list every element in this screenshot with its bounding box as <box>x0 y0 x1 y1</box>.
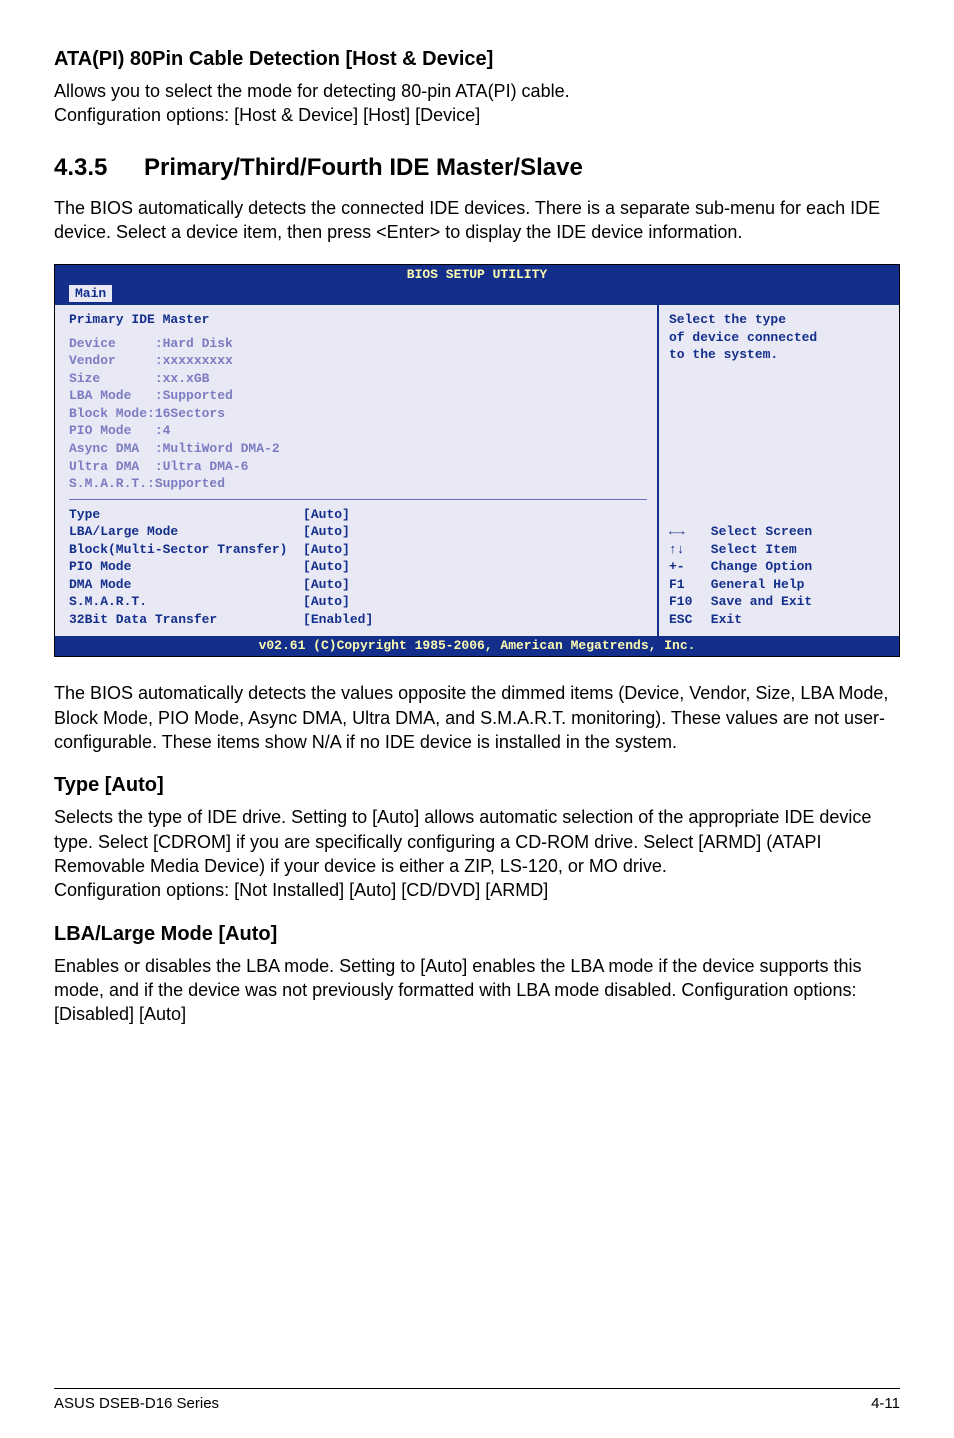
section-title: Primary/Third/Fourth IDE Master/Slave <box>144 154 583 182</box>
section-number: 4.3.5 <box>54 154 144 182</box>
bios-nav-row: +- Change Option <box>669 558 891 576</box>
bios-info-6: Async DMA :MultiWord DMA-2 <box>69 440 647 458</box>
bios-screenshot: BIOS SETUP UTILITY Main Primary IDE Mast… <box>54 264 900 657</box>
bios-info-4: Block Mode:16Sectors <box>69 405 647 423</box>
bios-nav-row: F10 Save and Exit <box>669 593 891 611</box>
heading-atapi: ATA(PI) 80Pin Cable Detection [Host & De… <box>54 48 900 71</box>
bios-info-7: Ultra DMA :Ultra DMA-6 <box>69 458 647 476</box>
bios-help-2: of device connected <box>669 329 891 347</box>
heading-lba: LBA/Large Mode [Auto] <box>54 923 900 946</box>
footer-right: 4-11 <box>871 1395 900 1412</box>
text-lba: Enables or disables the LBA mode. Settin… <box>54 954 900 1027</box>
bios-nav-row: ESC Exit <box>669 611 891 629</box>
text-after-bios: The BIOS automatically detects the value… <box>54 681 900 754</box>
heading-type-auto: Type [Auto] <box>54 774 900 797</box>
bios-help-1: Select the type <box>669 311 891 329</box>
bios-option-row[interactable]: LBA/Large Mode [Auto] <box>69 523 647 541</box>
bios-option-row[interactable]: DMA Mode [Auto] <box>69 576 647 594</box>
bios-info-0: Device :Hard Disk <box>69 335 647 353</box>
text-type-auto-1: Selects the type of IDE drive. Setting t… <box>54 805 900 878</box>
bios-option-row[interactable]: Block(Multi-Sector Transfer) [Auto] <box>69 541 647 559</box>
bios-nav-row: ←→ Select Screen <box>669 523 891 541</box>
bios-option-row[interactable]: 32Bit Data Transfer [Enabled] <box>69 611 647 629</box>
bios-left-panel: Primary IDE Master Device :Hard Disk Ven… <box>55 305 659 636</box>
bios-info-2: Size :xx.xGB <box>69 370 647 388</box>
text-type-auto-2: Configuration options: [Not Installed] [… <box>54 878 900 902</box>
bios-nav-row: F1 General Help <box>669 576 891 594</box>
bios-titlebar: BIOS SETUP UTILITY <box>55 265 899 285</box>
bios-footer: v02.61 (C)Copyright 1985-2006, American … <box>55 636 899 656</box>
bios-tabs: Main <box>55 285 899 305</box>
footer-left: ASUS DSEB-D16 Series <box>54 1395 219 1412</box>
bios-tab-main[interactable]: Main <box>69 285 112 302</box>
page-footer: ASUS DSEB-D16 Series 4-11 <box>54 1388 900 1412</box>
section-body: The BIOS automatically detects the conne… <box>54 196 900 245</box>
bios-info-1: Vendor :xxxxxxxxx <box>69 352 647 370</box>
bios-help-3: to the system. <box>669 346 891 364</box>
bios-right-panel: Select the type of device connected to t… <box>659 305 899 636</box>
bios-left-title: Primary IDE Master <box>69 311 647 329</box>
bios-info-8: S.M.A.R.T.:Supported <box>69 475 647 493</box>
bios-option-row[interactable]: PIO Mode [Auto] <box>69 558 647 576</box>
bios-info-3: LBA Mode :Supported <box>69 387 647 405</box>
bios-title: BIOS SETUP UTILITY <box>407 267 547 282</box>
text-atapi-2: Configuration options: [Host & Device] [… <box>54 103 900 127</box>
bios-option-row[interactable]: Type [Auto] <box>69 506 647 524</box>
bios-info-5: PIO Mode :4 <box>69 422 647 440</box>
bios-option-row[interactable]: S.M.A.R.T. [Auto] <box>69 593 647 611</box>
bios-nav-row: ↑↓ Select Item <box>669 541 891 559</box>
text-atapi-1: Allows you to select the mode for detect… <box>54 79 900 103</box>
